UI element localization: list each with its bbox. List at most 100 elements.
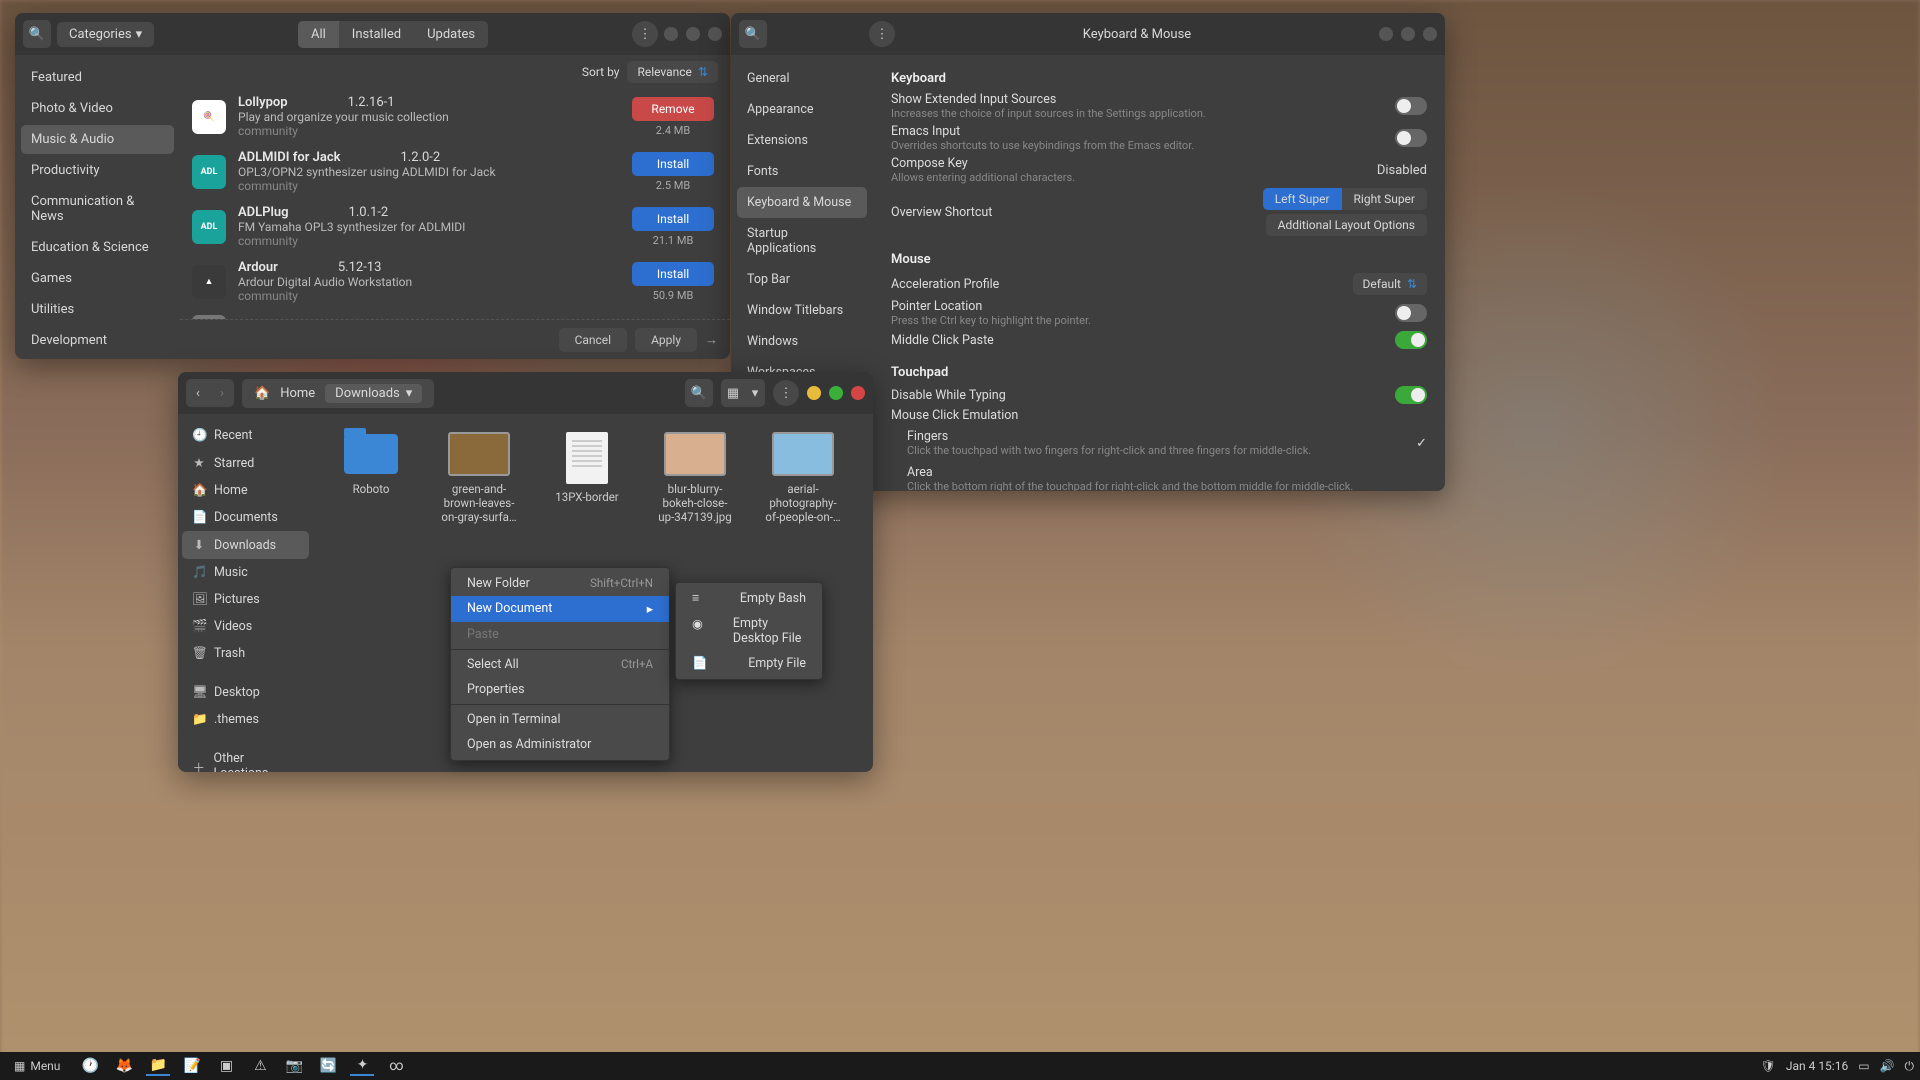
taskbar-app-updater[interactable]: 🔄	[316, 1056, 340, 1076]
close-button[interactable]	[708, 27, 722, 41]
taskbar-app-misc[interactable]: ∞	[384, 1056, 408, 1076]
sidebar-item[interactable]: Keyboard & Mouse	[737, 187, 867, 218]
sidebar-item[interactable]: 🗑Trash	[182, 640, 309, 667]
cancel-button[interactable]: Cancel	[559, 328, 628, 352]
taskbar-app-firefox[interactable]: 🦊	[112, 1056, 136, 1076]
menu-item[interactable]: ≡Empty Bash	[676, 586, 822, 611]
install-button[interactable]: Install	[632, 152, 714, 176]
shield-icon[interactable]: 🛡	[1761, 1059, 1776, 1073]
search-icon[interactable]: 🔍	[23, 20, 51, 48]
minimize-button[interactable]	[664, 27, 678, 41]
accel-select[interactable]: Default⇅	[1353, 273, 1427, 295]
taskbar-app-screenshot[interactable]: 📷	[282, 1056, 306, 1076]
sidebar-item[interactable]: ⬇Downloads	[182, 531, 309, 559]
back-button[interactable]: ‹	[186, 379, 210, 407]
sidebar-item[interactable]: General	[737, 63, 867, 94]
toggle-extended-sources[interactable]	[1395, 97, 1427, 115]
maximize-button[interactable]	[1401, 27, 1415, 41]
overview-segment[interactable]: Left SuperRight Super	[1263, 188, 1427, 210]
sidebar-item[interactable]: 🖥Desktop	[182, 679, 309, 706]
menu-item[interactable]: ◉Empty Desktop File	[676, 611, 822, 651]
sidebar-item[interactable]: Photo & Video	[21, 94, 174, 123]
menu-button[interactable]: ▦Menu	[6, 1056, 68, 1076]
search-icon[interactable]: 🔍	[685, 379, 713, 407]
toggle-emacs[interactable]	[1395, 129, 1427, 147]
taskbar-app-warn[interactable]: ⚠	[248, 1056, 272, 1076]
menu-icon[interactable]: ⋮	[773, 380, 799, 406]
sidebar-item[interactable]: Productivity	[21, 156, 174, 185]
view-grid-icon[interactable]: ▦	[721, 379, 745, 407]
file-item[interactable]: aerial-photography-of-people-on-…	[763, 432, 843, 524]
view-dropdown[interactable]: ▾	[745, 379, 765, 407]
sidebar-item[interactable]: Window Titlebars	[737, 295, 867, 326]
taskbar-app-clock[interactable]: 🕐	[78, 1056, 102, 1076]
app-row[interactable]: ADL ADLPlug1.0.1-2FM Yamaha OPL3 synthes…	[192, 199, 718, 254]
sidebar-item[interactable]: ★Starred	[182, 449, 309, 477]
menu-item[interactable]: New FolderShift+Ctrl+N	[451, 571, 669, 596]
radio-fingers[interactable]: ✓	[1416, 436, 1427, 451]
sidebar-item[interactable]: 🎵Music	[182, 559, 309, 586]
menu-item[interactable]: New Document▸	[451, 596, 669, 622]
sidebar-item[interactable]: 📄Documents	[182, 504, 309, 531]
tab-installed[interactable]: Installed	[339, 21, 414, 48]
install-button[interactable]: Install	[632, 262, 714, 286]
app-row[interactable]: ▲ Ardour5.12-13Ardour Digital Audio Work…	[192, 254, 718, 309]
app-row[interactable]: ADL ADLMIDI for Jack1.2.0-2OPL3/OPN2 syn…	[192, 144, 718, 199]
search-icon[interactable]: 🔍	[739, 20, 767, 48]
sidebar-item[interactable]: Featured	[21, 63, 174, 92]
sidebar-item[interactable]: 🎬Videos	[182, 613, 309, 640]
close-button[interactable]	[851, 386, 865, 400]
sidebar-item[interactable]: ＋Other Locations	[182, 745, 309, 772]
app-row[interactable]: 🍭 Lollypop1.2.16-1Play and organize your…	[192, 89, 718, 144]
file-item[interactable]: blur-blurry-bokeh-close-up-347139.jpg	[655, 432, 735, 524]
sidebar-item[interactable]: Top Bar	[737, 264, 867, 295]
install-button[interactable]: Install	[632, 207, 714, 231]
apply-button[interactable]: Apply	[635, 328, 697, 352]
sidebar-item[interactable]: Music & Audio	[21, 125, 174, 154]
taskbar-app-editor[interactable]: 📝	[180, 1056, 204, 1076]
volume-icon[interactable]: 🔊	[1880, 1059, 1895, 1073]
close-button[interactable]	[1423, 27, 1437, 41]
sort-select[interactable]: Relevance⇅	[627, 61, 718, 83]
toggle-pointer[interactable]	[1395, 304, 1427, 322]
menu-item[interactable]: Open as Administrator	[451, 732, 669, 757]
sidebar-item[interactable]: Games	[21, 264, 174, 293]
menu-icon[interactable]: ⋮	[632, 21, 658, 47]
arrow-right-icon[interactable]: →	[705, 332, 718, 348]
clock-text[interactable]: Jan 4 15:16	[1786, 1059, 1848, 1073]
forward-button[interactable]: ›	[210, 379, 234, 407]
sidebar-item[interactable]: Windows	[737, 326, 867, 357]
sidebar-item[interactable]: Utilities	[21, 295, 174, 324]
menu-item[interactable]: Properties	[451, 677, 669, 702]
app-row[interactable]: Ario1.6-1 Install	[192, 309, 718, 319]
sidebar-item[interactable]: Education & Science	[21, 233, 174, 262]
sidebar-item[interactable]: Extensions	[737, 125, 867, 156]
sidebar-item[interactable]: Fonts	[737, 156, 867, 187]
sidebar-item[interactable]: 📁.themes	[182, 706, 309, 733]
maximize-button[interactable]	[686, 27, 700, 41]
taskbar-app-tweaks[interactable]: ✦	[350, 1056, 374, 1076]
power-icon[interactable]: ⏻	[1905, 1059, 1915, 1074]
path-bar[interactable]: 🏠Home Downloads▾	[242, 379, 434, 408]
file-item[interactable]: green-and-brown-leaves-on-gray-surfa…	[439, 432, 519, 524]
compose-value[interactable]: Disabled	[1377, 163, 1427, 178]
menu-item[interactable]: 📄Empty File	[676, 651, 822, 676]
sidebar-item[interactable]: Startup Applications	[737, 218, 867, 264]
taskbar-app-terminal[interactable]: ▣	[214, 1056, 238, 1076]
remove-button[interactable]: Remove	[632, 97, 714, 121]
sidebar-item[interactable]: Development	[21, 326, 174, 355]
tab-updates[interactable]: Updates	[414, 21, 488, 48]
maximize-button[interactable]	[829, 386, 843, 400]
sidebar-item[interactable]: 🕘Recent	[182, 422, 309, 449]
sidebar-item[interactable]: Communication & News	[21, 187, 174, 231]
sidebar-item[interactable]: 🏠Home	[182, 477, 309, 504]
minimize-button[interactable]	[807, 386, 821, 400]
menu-icon[interactable]: ⋮	[869, 21, 895, 47]
tab-all[interactable]: All	[298, 21, 339, 48]
categories-button[interactable]: Categories ▾	[57, 22, 154, 47]
menu-item[interactable]: Open in Terminal	[451, 707, 669, 732]
menu-item[interactable]: Select AllCtrl+A	[451, 652, 669, 677]
taskbar-app-files[interactable]: 📁	[146, 1056, 170, 1076]
sidebar-item[interactable]: 🖼Pictures	[182, 586, 309, 613]
sidebar-item[interactable]: Appearance	[737, 94, 867, 125]
